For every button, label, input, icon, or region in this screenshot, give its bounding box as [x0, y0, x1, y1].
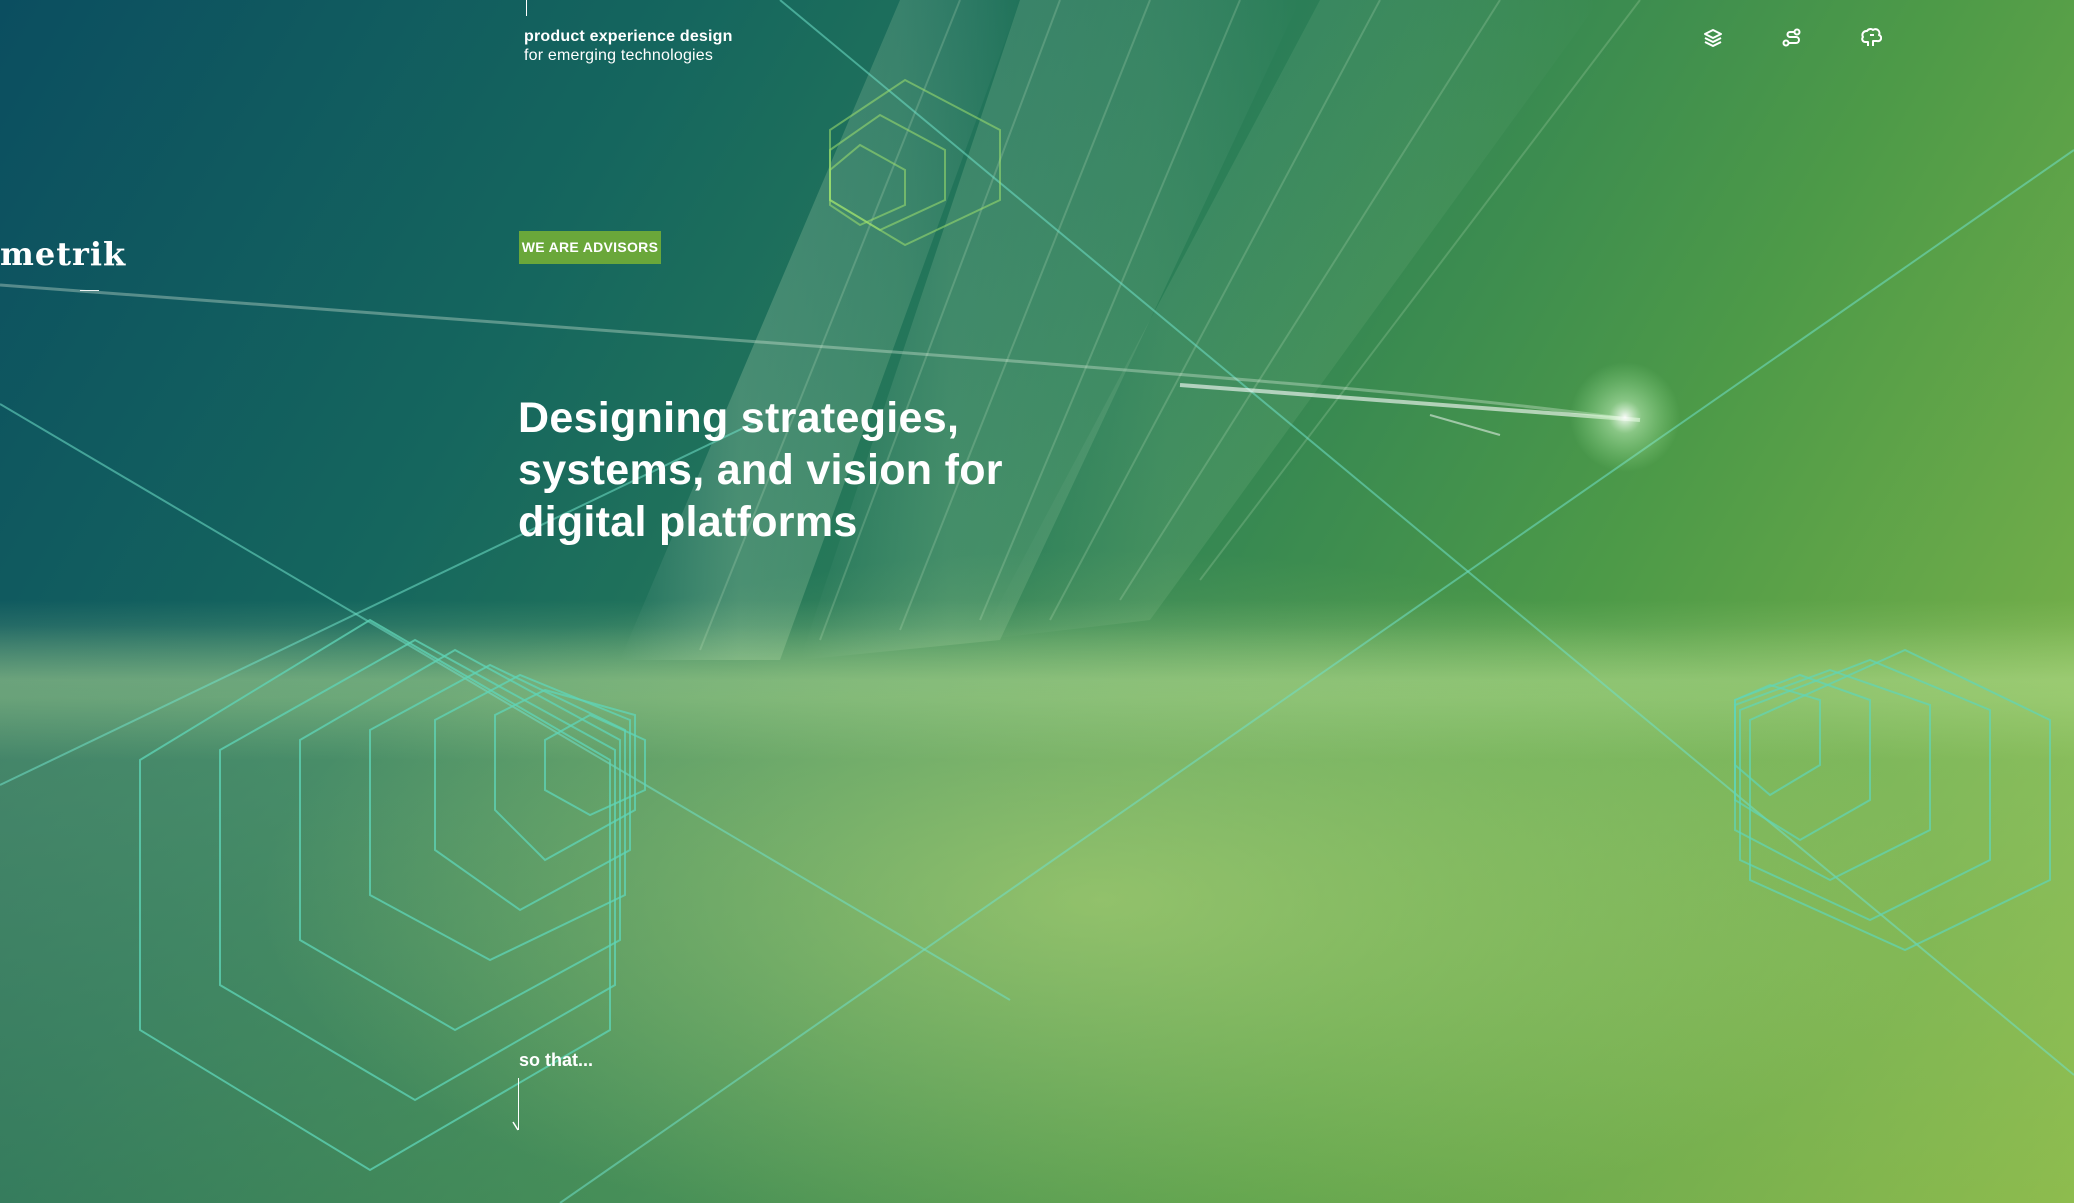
stack-icon[interactable] [1699, 24, 1727, 52]
hero-headline: Designing strategies, systems, and visio… [518, 394, 1003, 546]
tagline: product experience design for emerging t… [524, 27, 733, 65]
path-icon[interactable] [1778, 24, 1806, 52]
logo[interactable]: metrik [0, 236, 126, 272]
so-that-link[interactable]: so that... [519, 1050, 593, 1071]
tagline-tick [526, 0, 527, 16]
tagline-line-1: product experience design [524, 28, 733, 45]
scroll-indicator-arrow [512, 1121, 519, 1131]
logo-underline [80, 290, 99, 291]
brain-icon[interactable] [1857, 24, 1885, 52]
tagline-line-2: for emerging technologies [524, 47, 714, 64]
background-art [0, 0, 2074, 1203]
advisors-badge: WE ARE ADVISORS [519, 231, 661, 264]
